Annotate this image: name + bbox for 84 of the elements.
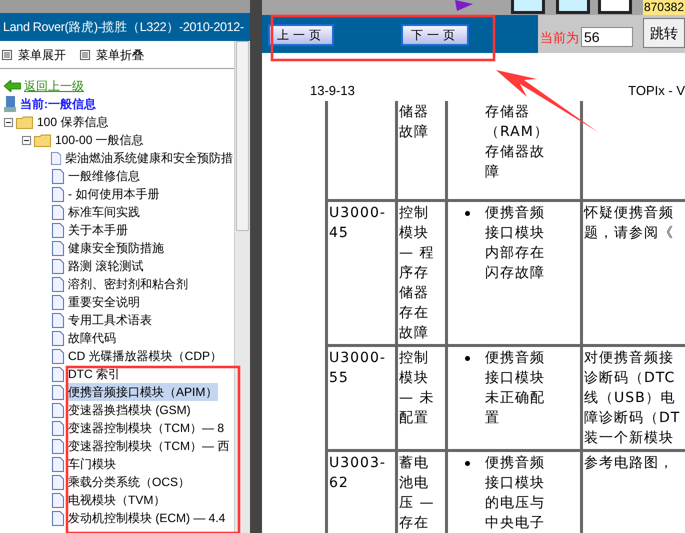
tree-item[interactable]: 溶剂、密封剂和粘合剂 [67,275,189,293]
page-header-text: TOPIx - V [628,82,685,100]
counter-text: 870382 [642,0,685,15]
back-arrow-icon[interactable] [4,80,21,92]
table-cell-text: 便携音频 接口模块 的电压与 中央电子 [485,454,545,533]
tree-item[interactable]: 标准车间实践 [67,203,141,221]
next-page-button[interactable]: 下一页 [401,24,469,46]
document-icon [52,492,64,508]
table-cell-text: 存储器 （RAM） 存储器故 障 [485,102,549,182]
page-number-field[interactable]: 56 [581,27,633,47]
tree-item[interactable]: 变速器控制模块（TCM）— 西 [67,437,230,455]
document-icon [52,402,64,418]
document-icon [52,330,64,346]
table-cell-text: 储器 故障 [399,102,429,142]
tree-item[interactable]: 便携音频接口模块（APIM） [67,383,218,401]
document-icon [50,150,61,166]
tree-item[interactable]: 健康安全预防措施 [67,239,165,257]
document-icon [52,186,64,202]
document-icon [52,312,64,328]
menu-link[interactable]: 菜单折叠 [96,46,144,64]
window-title: Land Rover(路虎)-揽胜（L322）-2010-2012- [0,13,250,41]
menu-link[interactable]: 菜单展开 [18,46,66,64]
tree-item[interactable]: 路测 滚轮测试 [67,257,144,275]
collapse-toggle[interactable] [4,118,13,126]
document-icon [52,438,64,454]
document-icon [52,456,64,472]
document-icon [52,348,64,364]
tree-item[interactable]: 乘载分类系统（OCS） [67,473,192,491]
table-cell-text: U3000- 55 [329,349,386,388]
document-icon [52,222,64,238]
table-cell-text: 怀疑便携音频 题，请参阅《 [584,204,674,243]
document-icon [52,294,64,310]
document-icon [52,384,64,400]
tree-item[interactable]: 重要安全说明 [67,293,141,311]
table-cell-text: 便携音频 接口模块 内部存在 闪存故障 [485,204,545,283]
tree-item[interactable]: 一般维修信息 [67,167,141,185]
folder-icon [34,134,51,146]
table-cell-text: 控制 模块 — 程 序存 储器 存在 故障 [399,204,434,343]
tree-folder[interactable]: 100 保养信息 [36,113,110,131]
table-cell-text: 便携音频 接口模块 未正确配 置 [485,349,545,428]
tree-item[interactable]: 柴油燃油系统健康和安全预防措 [64,149,234,167]
tree-item[interactable]: 专用工具术语表 [67,311,153,329]
document-icon [52,204,64,220]
menu-icon[interactable] [2,50,12,60]
page-view-icon[interactable] [511,0,545,14]
page-icon[interactable] [598,0,632,14]
tree-item[interactable]: 关于本手册 [67,221,129,239]
table-cell-text: 对便携音频接 诊断码（DTC 线（USB）电 障诊断码（DT 装一个新模块 [584,349,680,448]
document-icon [52,474,64,490]
current-page-label: 当前为 [540,29,579,48]
document-icon [52,366,64,382]
tree-item[interactable]: 电视模块（TVM） [67,491,166,509]
tree-item[interactable]: - 如何使用本手册 [67,185,160,203]
collapse-toggle[interactable] [22,136,31,144]
tree-item[interactable]: 故障代码 [67,329,117,347]
go-button[interactable]: 跳转 [643,18,685,48]
scrollbar-thumb[interactable] [236,41,249,231]
tree-item[interactable]: 发动机控制模块 (ECM) — 4.4 [67,509,226,527]
document-icon [52,168,64,184]
document-icon [52,510,64,526]
table-cell-text: 控制 模块 — 未 配置 [399,349,434,428]
document-icon [52,240,64,256]
folder-icon [16,116,33,128]
table-cell-text: 参考电路图， [584,454,674,473]
tree-item[interactable]: CD 光碟播放器模块（CDP） [67,347,224,365]
menu-icon[interactable] [80,50,90,60]
tree-item[interactable]: 变速器换挡模块 (GSM) [67,401,192,419]
page-date: 13-9-13 [310,82,355,100]
computer-icon [4,96,16,112]
table-cell-text: U3003- 62 [329,454,386,493]
current-location: 当前:一般信息 [20,96,96,113]
tree-item[interactable]: 变速器控制模块（TCM）— 8 [67,419,225,437]
scrollbar[interactable] [234,41,250,533]
document-icon [52,258,64,274]
document-icon [52,420,64,436]
table-cell-text: 蓄电 池电 压 — 存在 [399,454,434,533]
document-icon [52,276,64,292]
back-link[interactable]: 返回上一级 [24,77,84,95]
previous-page-button[interactable]: 上一页 [268,24,334,46]
play-icon[interactable] [455,0,473,11]
tree-folder[interactable]: 100-00 一般信息 [54,131,145,149]
tree-item[interactable]: DTC 索引 [67,365,121,383]
tree-item[interactable]: 车门模块 [67,455,117,473]
table-cell-text: U3000- 45 [329,204,386,243]
